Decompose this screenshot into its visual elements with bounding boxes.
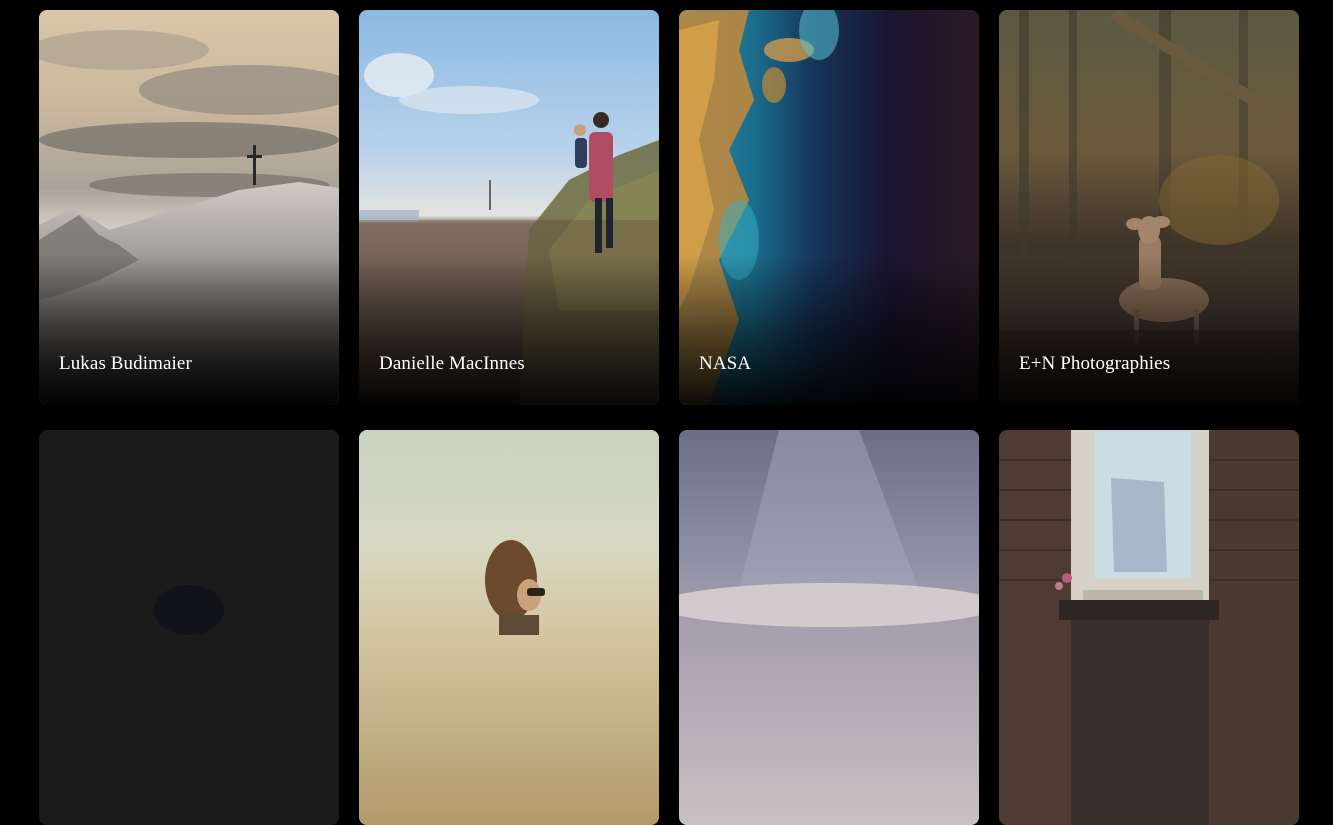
photo-card-6[interactable] [359,430,659,825]
photo-card-danielle-macinnes[interactable]: Danielle MacInnes [359,10,659,405]
photo-gallery-grid: Lukas Budimaier Danielle MacInnes NASA E… [39,10,1299,825]
photo-card-5[interactable] [39,430,339,825]
photo-author-caption: E+N Photographies [1019,353,1171,374]
caption-gradient [999,255,1299,405]
photo-card-nasa[interactable]: NASA [679,10,979,405]
photo-card-8[interactable] [999,430,1299,825]
photo-author-caption: Danielle MacInnes [379,353,525,374]
dark-photo [39,430,339,825]
window-room-photo [999,430,1299,825]
photo-card-en-photographies[interactable]: E+N Photographies [999,10,1299,405]
photo-author-caption: NASA [699,353,752,374]
clouds-photo [679,430,979,825]
photo-card-7[interactable] [679,430,979,825]
photo-author-caption: Lukas Budimaier [59,353,192,374]
photo-card-lukas-budimaier[interactable]: Lukas Budimaier [39,10,339,405]
caption-gradient [679,255,979,405]
woman-sunglasses-photo [359,430,659,825]
caption-gradient [359,255,659,405]
caption-gradient [39,255,339,405]
